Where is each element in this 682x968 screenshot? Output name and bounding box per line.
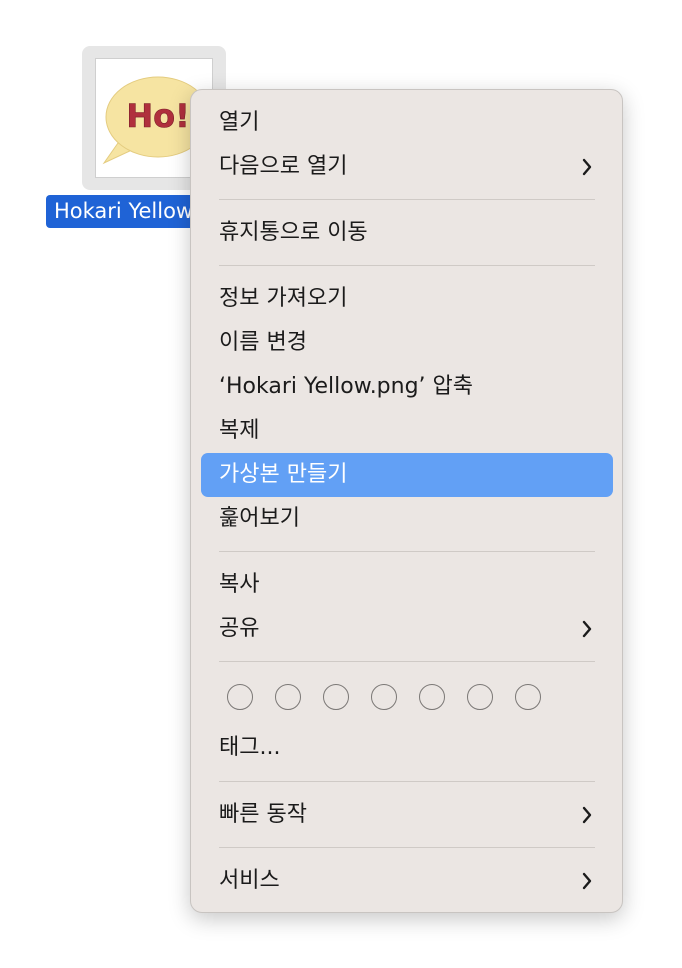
menu-separator — [219, 551, 595, 552]
menu-item-label: 태그... — [219, 735, 281, 760]
menu-separator — [219, 661, 595, 662]
menu-item-label: 이름 변경 — [219, 330, 307, 355]
tag-circle[interactable] — [515, 684, 541, 710]
menu-item-label: 복제 — [219, 418, 260, 443]
tag-circle[interactable] — [467, 684, 493, 710]
menu-item-label: 정보 가져오기 — [219, 286, 348, 311]
tag-circle[interactable] — [227, 684, 253, 710]
menu-item-quick-look[interactable]: 훑어보기 — [201, 497, 613, 541]
menu-item-get-info[interactable]: 정보 가져오기 — [201, 277, 613, 321]
desktop: Ho! Hokari Yellow 열기 다음으로 열기 휴지통으로 이동 정보… — [0, 0, 682, 968]
menu-item-label: 복사 — [219, 572, 260, 597]
menu-item-label: 훑어보기 — [219, 506, 300, 531]
menu-item-move-to-trash[interactable]: 휴지통으로 이동 — [201, 211, 613, 255]
menu-item-quick-actions[interactable]: 빠른 동작 — [201, 793, 613, 837]
menu-item-services[interactable]: 서비스 — [201, 859, 613, 903]
context-menu: 열기 다음으로 열기 휴지통으로 이동 정보 가져오기 이름 변경 ‘Hokar… — [190, 89, 623, 913]
tag-circle[interactable] — [275, 684, 301, 710]
menu-separator — [219, 847, 595, 848]
menu-item-label: 휴지통으로 이동 — [219, 220, 368, 245]
menu-item-label: 빠른 동작 — [219, 802, 307, 827]
chevron-right-icon — [582, 158, 592, 176]
menu-item-label: 열기 — [219, 110, 260, 135]
menu-item-tags[interactable]: 태그... — [201, 726, 613, 770]
chevron-right-icon — [582, 620, 592, 638]
menu-separator — [219, 199, 595, 200]
menu-item-label: 서비스 — [219, 868, 280, 893]
tag-circle[interactable] — [419, 684, 445, 710]
menu-item-label: 공유 — [219, 616, 260, 641]
menu-item-label: ‘Hokari Yellow.png’ 압축 — [219, 374, 474, 399]
chevron-right-icon — [582, 872, 592, 890]
tag-circle[interactable] — [323, 684, 349, 710]
menu-item-open-with[interactable]: 다음으로 열기 — [201, 145, 613, 189]
chevron-right-icon — [582, 806, 592, 824]
menu-item-label: 가상본 만들기 — [219, 462, 348, 487]
menu-item-share[interactable]: 공유 — [201, 607, 613, 651]
menu-item-open[interactable]: 열기 — [201, 101, 613, 145]
menu-separator — [219, 781, 595, 782]
menu-item-label: 다음으로 열기 — [219, 154, 348, 179]
tag-circle[interactable] — [371, 684, 397, 710]
menu-item-make-alias[interactable]: 가상본 만들기 — [201, 453, 613, 497]
menu-item-copy[interactable]: 복사 — [201, 563, 613, 607]
thumbnail-text: Ho! — [126, 97, 189, 135]
menu-separator — [219, 265, 595, 266]
menu-item-rename[interactable]: 이름 변경 — [201, 321, 613, 365]
file-name-label[interactable]: Hokari Yellow — [46, 195, 196, 228]
menu-item-compress[interactable]: ‘Hokari Yellow.png’ 압축 — [201, 365, 613, 409]
menu-item-duplicate[interactable]: 복제 — [201, 409, 613, 453]
